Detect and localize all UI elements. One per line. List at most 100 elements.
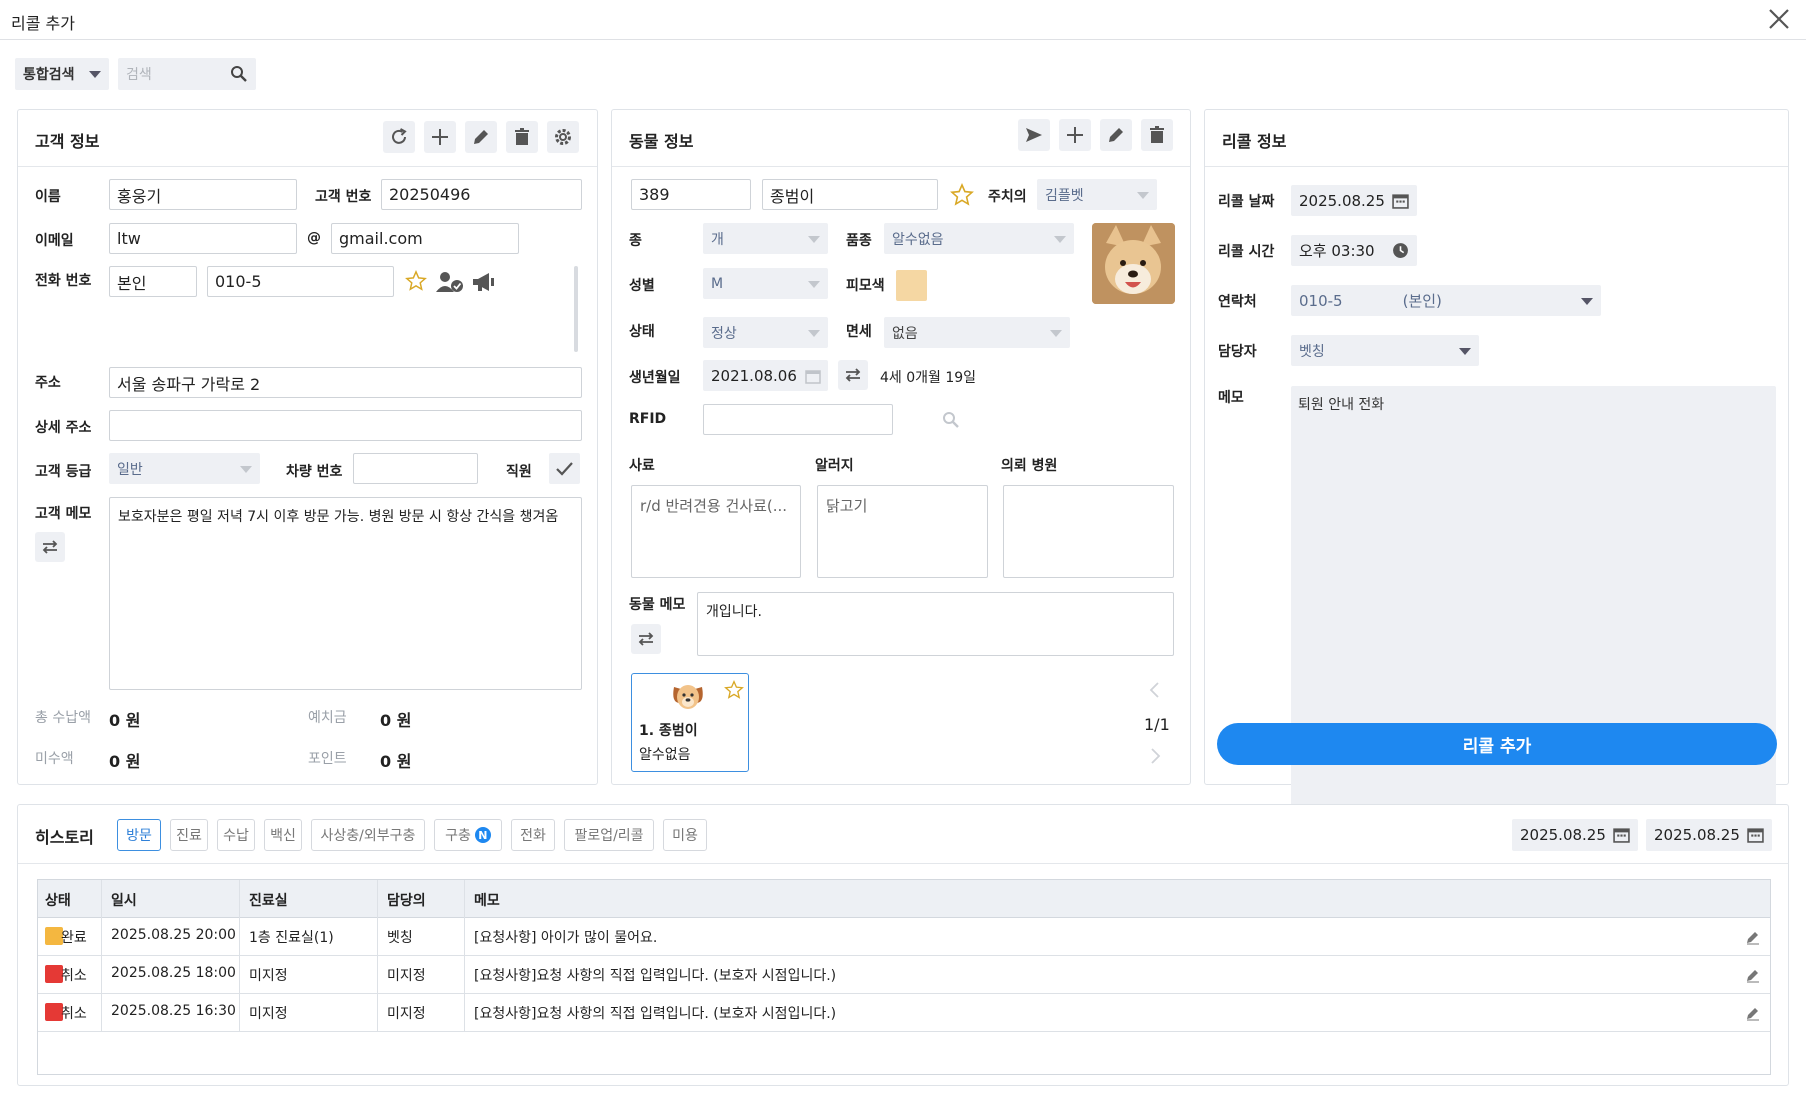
calendar-icon[interactable] (1747, 826, 1764, 843)
delete-animal-button[interactable] (1141, 119, 1173, 151)
food-textarea[interactable]: r/d 반려견용 건사료(... (631, 485, 801, 578)
email-domain-field[interactable]: gmail.com (331, 223, 519, 254)
status-text: 취소 (61, 1006, 87, 1022)
history-tab[interactable]: 구충 N (434, 819, 502, 851)
status-select[interactable]: 정상 (703, 317, 828, 348)
search-icon[interactable] (230, 65, 248, 83)
user-check-icon[interactable] (436, 271, 464, 293)
manager-select[interactable]: 벳칭 (1291, 335, 1479, 366)
pencil-icon[interactable] (1745, 1005, 1761, 1021)
animal-card-breed: 알수없음 (639, 747, 691, 763)
grade-select[interactable]: 일반 (109, 453, 260, 484)
animal-memo-textarea[interactable]: 개입니다. (697, 592, 1174, 656)
doctor-cell: 미지정 (387, 968, 426, 984)
refresh-button[interactable] (383, 121, 415, 153)
coat-color-swatch[interactable] (896, 270, 927, 301)
chevron-down-icon (1581, 297, 1593, 305)
swap-age-button[interactable] (838, 360, 868, 390)
name-field[interactable]: 홍웅기 (109, 179, 297, 210)
settings-button[interactable] (547, 121, 579, 153)
tax-label: 면세 (846, 324, 872, 340)
vet-select[interactable]: 김플벳 (1037, 179, 1157, 210)
chevron-down-icon (808, 329, 820, 337)
animal-name-field[interactable]: 종범이 (762, 179, 938, 210)
search-mode-label: 통합검색 (23, 67, 75, 83)
scrollbar[interactable] (574, 266, 578, 352)
phone-field[interactable]: 010-5 (207, 266, 394, 297)
add-customer-button[interactable] (424, 121, 456, 153)
add-recall-button[interactable]: 리콜 추가 (1217, 723, 1777, 765)
swap-memo-button[interactable] (35, 532, 65, 562)
history-tab[interactable]: 사상충/외부구충 (311, 819, 425, 851)
age-value: 4세 0개월 19일 (880, 370, 977, 386)
star-icon[interactable] (724, 680, 744, 700)
column-divider (239, 880, 240, 1032)
calendar-icon[interactable] (805, 368, 821, 384)
search-mode-select[interactable]: 통합검색 (15, 58, 109, 90)
animal-card[interactable]: 1. 종범이 알수없음 (631, 673, 749, 772)
status-label: 상태 (629, 324, 655, 340)
calendar-icon[interactable] (1613, 826, 1630, 843)
recall-time-field[interactable]: 오후 03:30 (1291, 235, 1417, 266)
delete-customer-button[interactable] (506, 121, 538, 153)
staff-checkbox[interactable] (549, 453, 580, 484)
table-row[interactable]: 취소 2025.08.25 16:30 미지정 미지정 [요청사항]요청 사항의 직접 … (38, 994, 1770, 1032)
add-animal-button[interactable] (1059, 119, 1091, 151)
pencil-icon[interactable] (1745, 929, 1761, 945)
breed-select[interactable]: 알수없음 (884, 223, 1074, 254)
email-user-field[interactable]: ltw (109, 223, 297, 254)
species-select[interactable]: 개 (703, 223, 828, 254)
edit-customer-button[interactable] (465, 121, 497, 153)
car-number-field[interactable] (353, 453, 478, 484)
history-tab[interactable]: 수납 (217, 819, 255, 851)
pencil-icon (474, 130, 488, 144)
calendar-icon[interactable] (1392, 192, 1409, 209)
clock-icon[interactable] (1392, 242, 1409, 259)
customer-id-field[interactable]: 20250496 (381, 179, 582, 210)
vet-label: 주치의 (988, 189, 1027, 205)
pencil-icon[interactable] (1745, 967, 1761, 983)
room-cell: 미지정 (249, 968, 288, 984)
history-tab[interactable]: 미용 (663, 819, 707, 851)
close-icon[interactable] (1764, 4, 1794, 34)
animal-photo[interactable] (1092, 223, 1175, 304)
star-icon[interactable] (950, 183, 974, 207)
history-tab[interactable]: 전화 (511, 819, 555, 851)
table-row[interactable]: 취소 2025.08.25 18:00 미지정 미지정 [요청사항]요청 사항의 직접 … (38, 956, 1770, 994)
tax-select[interactable]: 없음 (884, 317, 1070, 348)
chevron-left-icon[interactable] (1143, 678, 1167, 702)
sex-select[interactable]: M (703, 268, 828, 299)
date-to-field[interactable]: 2025.08.25 (1646, 819, 1772, 851)
birth-date-field[interactable]: 2021.08.06 (703, 360, 828, 391)
send-button[interactable] (1018, 119, 1050, 151)
rfid-field[interactable] (703, 404, 893, 435)
history-tab[interactable]: 방문 (117, 819, 161, 851)
edit-animal-button[interactable] (1100, 119, 1132, 151)
table-row[interactable]: 완료 2025.08.25 20:00 1층 진료실(1) 벳칭 [요청사항] 아이가 … (38, 918, 1770, 956)
star-icon[interactable] (405, 270, 427, 292)
swap-animal-memo-button[interactable] (631, 624, 661, 654)
chevron-right-icon[interactable] (1143, 744, 1167, 768)
phone-type-field[interactable]: 본인 (109, 266, 197, 297)
animal-panel: 동물 정보 389 종범이 주치의 김플벳 종 개 품종 알수없음 성별 M 피… (611, 109, 1191, 785)
history-tab[interactable]: 진료 (170, 819, 208, 851)
detail-address-field[interactable] (109, 410, 582, 441)
recall-date-field[interactable]: 2025.08.25 (1291, 185, 1417, 216)
search-icon[interactable] (942, 411, 960, 429)
history-tab[interactable]: 백신 (264, 819, 302, 851)
dialog-header: 리콜 추가 (0, 0, 1806, 40)
customer-memo-label: 고객 메모 (35, 506, 92, 522)
date-from-field[interactable]: 2025.08.25 (1512, 819, 1638, 851)
ref-hospital-textarea[interactable] (1003, 485, 1174, 578)
search-input[interactable]: 검색 (118, 58, 256, 90)
address-field[interactable]: 서울 송파구 가락로 2 (109, 367, 582, 398)
contact-select[interactable]: 010-5 (본인) (1291, 285, 1601, 316)
allergy-textarea[interactable]: 닭고기 (817, 485, 988, 578)
history-tab[interactable]: 팔로업/리콜 (564, 819, 654, 851)
room-cell: 1층 진료실(1) (249, 930, 334, 946)
manager-value: 벳칭 (1299, 343, 1325, 360)
contact-label: 연락처 (1218, 294, 1257, 310)
customer-memo-textarea[interactable]: 보호자분은 평일 저녁 7시 이후 방문 가능. 병원 방문 시 항상 간식을 … (109, 497, 582, 690)
animal-number-field[interactable]: 389 (631, 179, 751, 210)
megaphone-icon[interactable] (471, 271, 497, 293)
